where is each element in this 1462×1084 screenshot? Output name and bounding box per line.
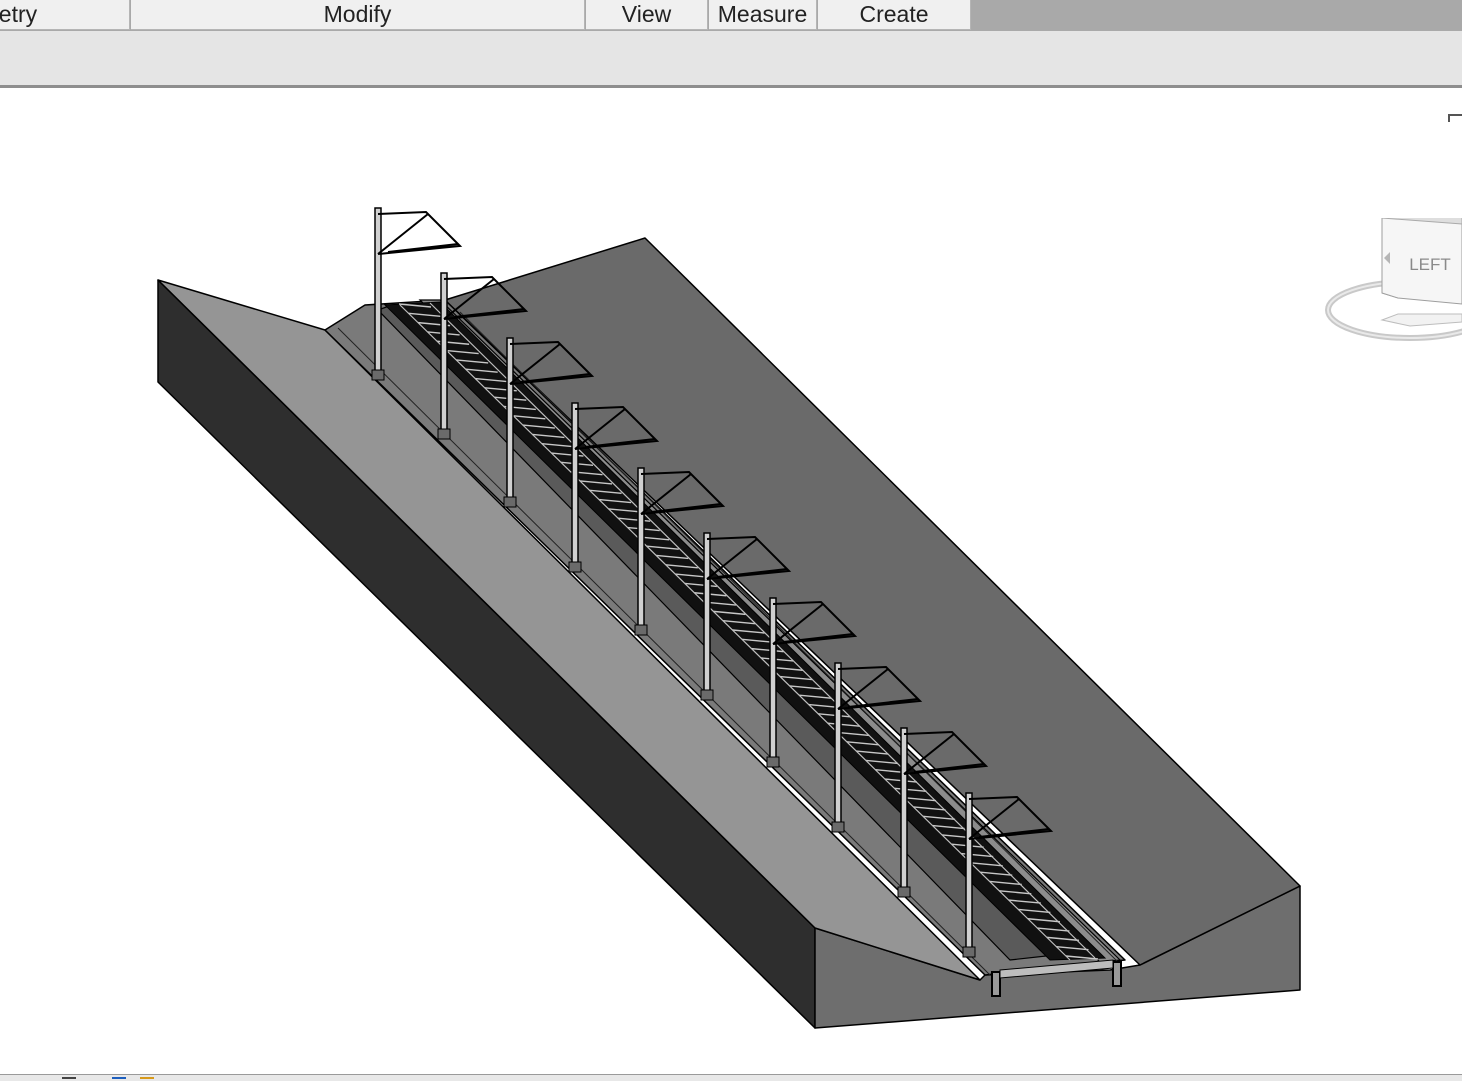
status-icon[interactable]: [62, 1077, 76, 1084]
tab-geometry-label: netry: [0, 1, 38, 27]
railway-embankment-model[interactable]: [0, 88, 1462, 1074]
tab-view[interactable]: View: [586, 0, 708, 30]
viewcube-face-label: LEFT: [1409, 255, 1451, 274]
track-end-post-right: [1112, 961, 1122, 987]
3d-viewport[interactable]: LEFT: [0, 88, 1462, 1074]
status-icon[interactable]: [112, 1077, 126, 1084]
viewcube-icon[interactable]: LEFT: [1320, 218, 1462, 348]
tab-create-label: Create: [859, 1, 929, 27]
tab-geometry[interactable]: netry: [0, 0, 130, 30]
ribbon-panel: [0, 31, 1462, 88]
tab-modify-label: Modify: [323, 1, 392, 27]
tab-modify[interactable]: Modify: [131, 0, 585, 30]
tab-measure-label: Measure: [717, 1, 808, 27]
tab-view-label: View: [621, 1, 672, 27]
status-icon[interactable]: [140, 1077, 154, 1084]
tab-create[interactable]: Create: [818, 0, 971, 30]
track-end-post-left: [991, 971, 1001, 997]
ribbon-tab-bar: netry Modify View Measure Create: [0, 0, 1462, 31]
viewcube-top-face[interactable]: [1380, 313, 1462, 327]
viewport-control-icon[interactable]: [1448, 114, 1462, 122]
tab-measure[interactable]: Measure: [709, 0, 817, 30]
